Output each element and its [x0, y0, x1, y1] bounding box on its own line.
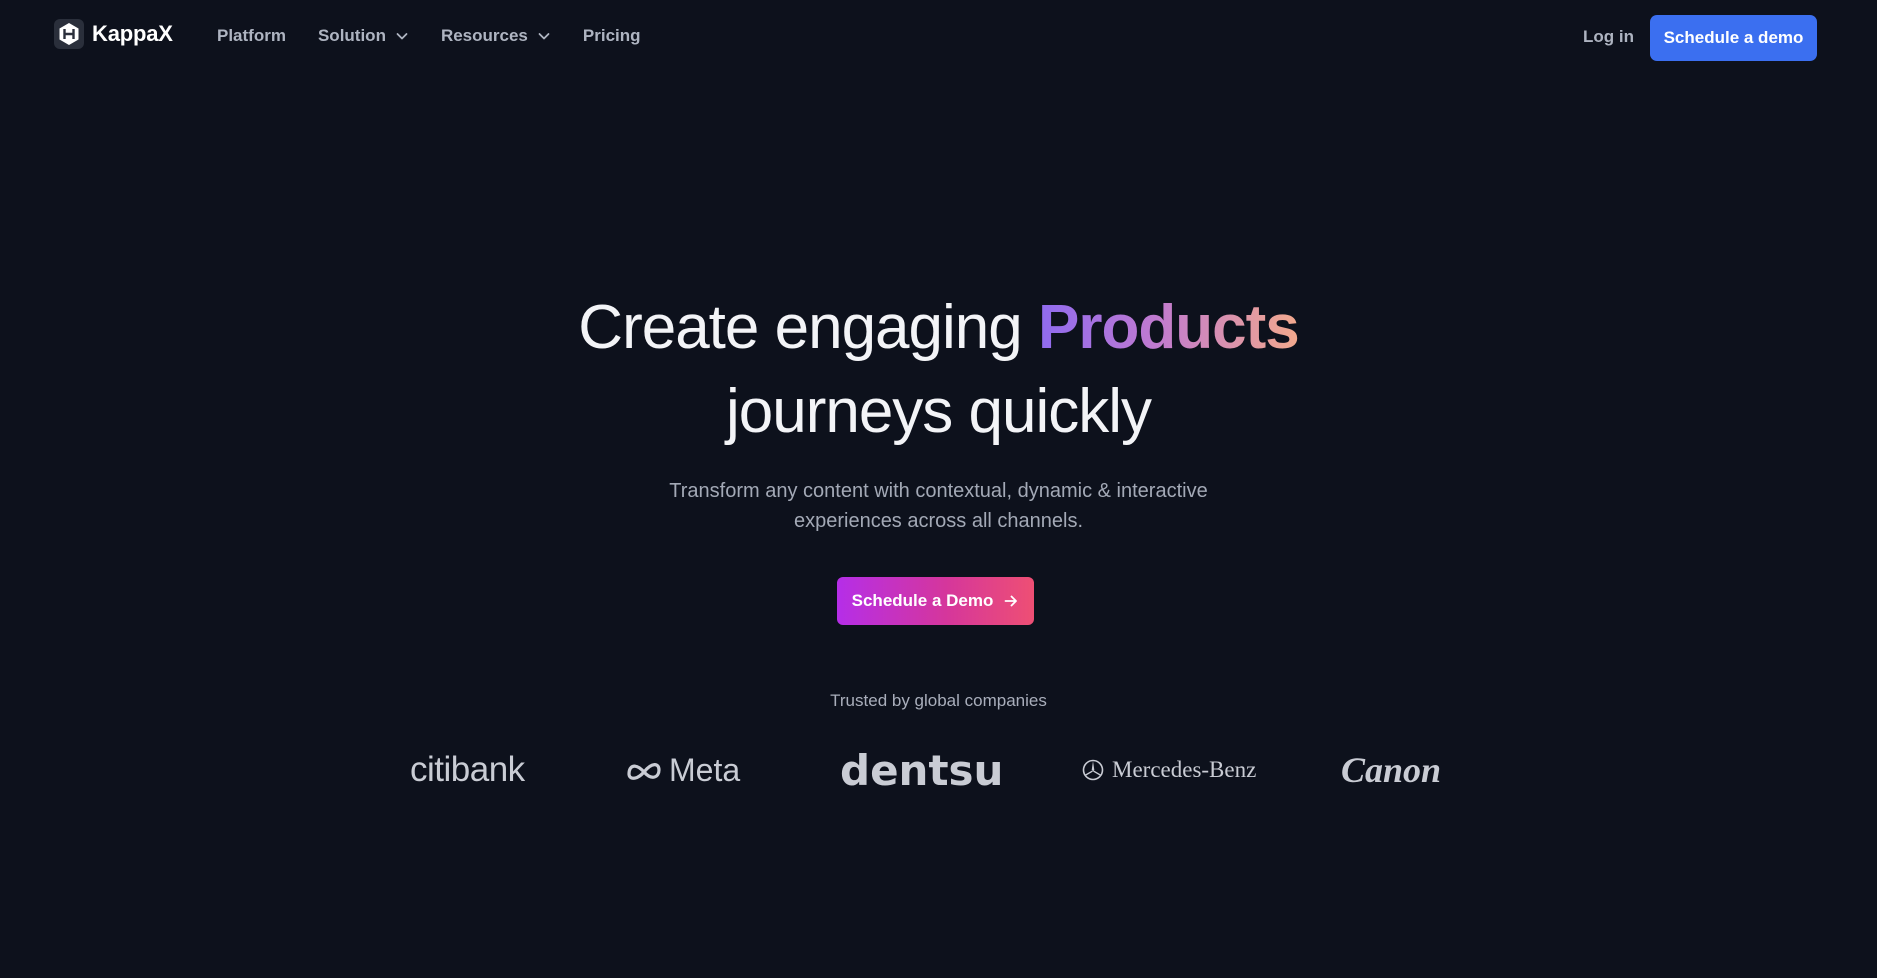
primary-nav: Platform Solution Resources Pricing: [217, 26, 673, 46]
hero-section: Create engaging Products journeys quickl…: [0, 286, 1877, 536]
nav-item-platform[interactable]: Platform: [217, 26, 286, 46]
nav-item-resources[interactable]: Resources: [441, 26, 551, 46]
nav-item-pricing[interactable]: Pricing: [583, 26, 641, 46]
schedule-demo-button[interactable]: Schedule a demo: [1650, 15, 1817, 61]
login-link[interactable]: Log in: [1583, 27, 1634, 47]
nav-item-label: Resources: [440, 26, 528, 45]
mercedes-benz-logo: Mercedes-Benz: [1082, 742, 1256, 798]
chevron-down-icon: [538, 33, 550, 40]
hero-subtitle: Transform any content with contextual, d…: [669, 480, 1208, 532]
nav-item-label: Pricing: [582, 26, 641, 45]
nav-item-label: Solution: [317, 26, 386, 45]
citibank-logo-text: citibank: [410, 750, 525, 789]
mercedes-star-icon: [1082, 759, 1104, 781]
hero-schedule-demo-button[interactable]: Schedule a Demo: [837, 577, 1034, 625]
trusted-label: Trusted by global companies: [830, 691, 1047, 710]
nav-item-label: Platform: [217, 26, 286, 45]
brand-name: KappaX: [92, 21, 173, 46]
nav-item-solution[interactable]: Solution: [318, 26, 409, 46]
meta-logo-text: Meta: [669, 751, 741, 788]
hexagon-logo-icon: [54, 19, 84, 49]
hero-title: Create engaging Products journeys quickl…: [0, 286, 1877, 454]
meta-logo: Meta: [625, 742, 740, 798]
top-navigation: KappaX Platform Solution Resources Prici…: [0, 0, 1877, 76]
mercedes-benz-logo-text: Mercedes-Benz: [1112, 757, 1257, 782]
canon-logo-text: Canon: [1341, 750, 1442, 790]
customer-logos: citibank Meta dentsu Mercedes-Benz Canon: [0, 742, 1877, 798]
citibank-logo: citibank: [410, 742, 525, 798]
brand[interactable]: KappaX: [54, 19, 173, 49]
arrow-right-icon: [1004, 595, 1018, 607]
hero-title-part2: journeys quickly: [725, 377, 1152, 446]
hero-title-part1: Create engaging: [578, 293, 1038, 362]
dentsu-logo: dentsu: [840, 742, 1003, 798]
dentsu-logo-text: dentsu: [840, 745, 1004, 795]
meta-infinity-icon: [627, 763, 661, 780]
canon-logo: Canon: [1341, 742, 1441, 798]
hero-cta-label: Schedule a Demo: [851, 591, 994, 610]
hero-title-accent: Products: [1037, 293, 1300, 362]
chevron-down-icon: [396, 33, 408, 40]
